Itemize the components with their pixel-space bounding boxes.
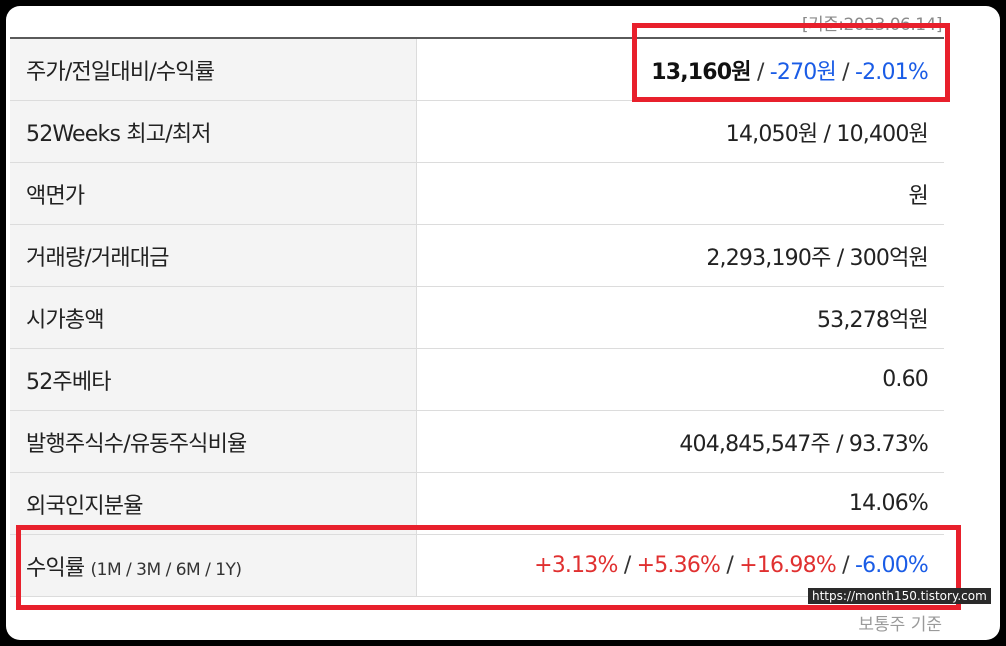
row-value: 14,050원 / 10,400원 xyxy=(416,100,944,163)
table-row: 발행주식수/유동주식비율 404,845,547주 / 93.73% xyxy=(10,410,944,473)
row-label: 거래량/거래대금 xyxy=(10,224,417,287)
table-row: 액면가 원 xyxy=(10,162,944,225)
row-value: 2,293,190주 / 300억원 xyxy=(416,224,944,287)
row-label: 52Weeks 최고/최저 xyxy=(10,100,417,163)
table-row: 52Weeks 최고/최저 14,050원 / 10,400원 xyxy=(10,100,944,163)
price-highlight-box xyxy=(632,23,950,102)
row-value: 53,278억원 xyxy=(416,286,944,349)
row-label: 주가/전일대비/수익률 xyxy=(10,37,417,101)
table-row: 시가총액 53,278억원 xyxy=(10,286,944,349)
row-label: 52주베타 xyxy=(10,348,417,411)
row-label: 액면가 xyxy=(10,162,417,225)
row-label: 발행주식수/유동주식비율 xyxy=(10,410,417,473)
row-value: 원 xyxy=(416,162,944,225)
row-value: 404,845,547주 / 93.73% xyxy=(416,410,944,473)
table-row: 거래량/거래대금 2,293,190주 / 300억원 xyxy=(10,224,944,287)
watermark: https://month150.tistory.com xyxy=(808,588,991,604)
row-value: 0.60 xyxy=(416,348,944,411)
bottom-caption: 보통주 기준 xyxy=(858,615,942,635)
row-label: 시가총액 xyxy=(10,286,417,349)
stock-info-table: 주가/전일대비/수익률 13,160원 / -270원 / -2.01% 52W… xyxy=(10,37,944,597)
table-row: 52주베타 0.60 xyxy=(10,348,944,411)
